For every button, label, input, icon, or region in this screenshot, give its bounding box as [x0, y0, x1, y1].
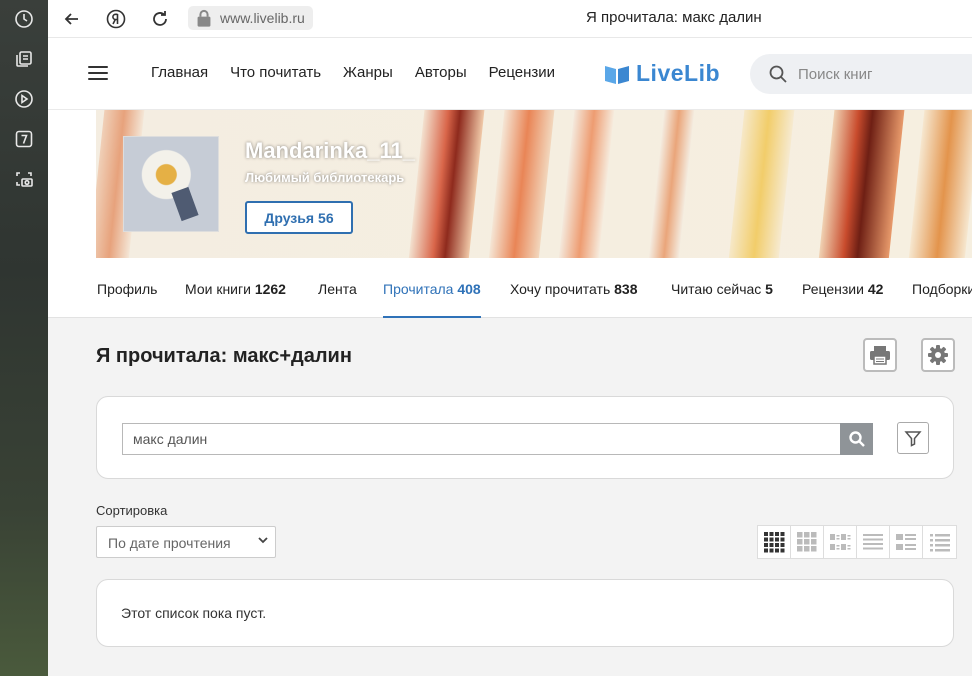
- tab-reading-now[interactable]: Читаю сейчас 5: [671, 281, 773, 297]
- filter-icon: [904, 431, 922, 447]
- nav-authors[interactable]: Авторы: [415, 64, 467, 81]
- page-title: Я прочитала: макс+далин: [96, 345, 352, 367]
- search-panel: макс далин: [96, 396, 954, 479]
- filter-button[interactable]: [897, 422, 929, 454]
- tab-collections[interactable]: Подборки: [912, 281, 972, 297]
- view-compact-list-button[interactable]: [923, 526, 956, 558]
- tab-reviews[interactable]: Рецензии 42: [802, 281, 883, 297]
- profile-username: Mandarinka_11_: [245, 138, 415, 163]
- view-tiles-button[interactable]: [824, 526, 857, 558]
- nav-what-to-read[interactable]: Что почитать: [230, 64, 321, 81]
- friends-button[interactable]: Друзья 56: [245, 201, 353, 234]
- nav-reviews[interactable]: Рецензии: [489, 64, 555, 81]
- screenshot-icon[interactable]: [12, 167, 36, 191]
- search-icon: [848, 431, 865, 447]
- site-search[interactable]: Поиск книг: [750, 54, 972, 94]
- grid-dense-icon: [764, 532, 785, 553]
- url-text: www.livelib.ru: [220, 10, 305, 26]
- grid-icon: [797, 532, 817, 552]
- lock-icon: [197, 9, 211, 27]
- empty-list-message: Этот список пока пуст.: [121, 605, 267, 621]
- avatar[interactable]: [123, 136, 219, 232]
- site-logo[interactable]: LiveLib: [604, 60, 720, 87]
- chevron-down-icon: [257, 534, 269, 549]
- books-search-input[interactable]: макс далин: [122, 423, 840, 455]
- nav-genres[interactable]: Жанры: [343, 64, 393, 81]
- view-mode-switcher: [757, 525, 957, 559]
- main-nav: Главная Что почитать Жанры Авторы Реценз…: [151, 64, 555, 81]
- site-header: Главная Что почитать Жанры Авторы Реценз…: [48, 38, 972, 110]
- history-icon[interactable]: [12, 7, 36, 31]
- gear-icon: [928, 345, 948, 365]
- sort-select[interactable]: По дате прочтения: [96, 526, 276, 558]
- results-panel: Этот список пока пуст.: [96, 579, 954, 647]
- browser-toolbar: www.livelib.ru Я прочитала: макс далин: [48, 0, 972, 38]
- view-list-covers-button[interactable]: [890, 526, 923, 558]
- friends-label: Друзья: [264, 209, 315, 226]
- compact-list-icon: [929, 534, 950, 552]
- play-icon[interactable]: [12, 87, 36, 111]
- print-button[interactable]: [863, 338, 897, 372]
- view-grid-button[interactable]: [791, 526, 824, 558]
- reload-icon[interactable]: [148, 7, 172, 31]
- tab-my-books[interactable]: Мои книги 1262: [185, 281, 286, 297]
- back-icon[interactable]: [60, 7, 84, 31]
- main-content: Я прочитала: макс+далин макс далин Сорти…: [48, 318, 972, 676]
- tiles-list-icon: [830, 534, 851, 550]
- tab-feed[interactable]: Лента: [318, 281, 357, 297]
- search-submit-button[interactable]: [840, 423, 873, 455]
- view-grid-large-button[interactable]: [758, 526, 791, 558]
- profile-status: Любимый библиотекарь: [245, 170, 405, 185]
- sort-label: Сортировка: [96, 503, 168, 518]
- friends-count: 56: [318, 209, 334, 226]
- browser-sidebar: [0, 0, 48, 676]
- logo-text: LiveLib: [636, 60, 721, 86]
- list-covers-icon: [896, 534, 916, 550]
- print-icon: [870, 346, 890, 365]
- search-icon: [769, 65, 787, 83]
- address-bar[interactable]: www.livelib.ru: [188, 6, 313, 30]
- collections-icon[interactable]: [12, 47, 36, 71]
- tab-title: Я прочитала: макс далин: [586, 9, 762, 26]
- search-placeholder: Поиск книг: [798, 65, 873, 83]
- yandex-icon[interactable]: [104, 7, 128, 31]
- menu-icon[interactable]: [88, 66, 108, 82]
- profile-tabs: Профиль Мои книги 1262 Лента Прочитала 4…: [48, 258, 972, 318]
- view-lines-button[interactable]: [857, 526, 890, 558]
- tab-want-to-read[interactable]: Хочу прочитать 838: [510, 281, 638, 297]
- lines-icon: [863, 534, 883, 550]
- tab-read[interactable]: Прочитала 408: [383, 281, 481, 318]
- calendar-7-icon[interactable]: [12, 127, 36, 151]
- book-logo-icon: [605, 65, 629, 84]
- profile-banner: [96, 110, 972, 258]
- settings-button[interactable]: [921, 338, 955, 372]
- tab-profile[interactable]: Профиль: [97, 281, 157, 297]
- nav-home[interactable]: Главная: [151, 64, 208, 81]
